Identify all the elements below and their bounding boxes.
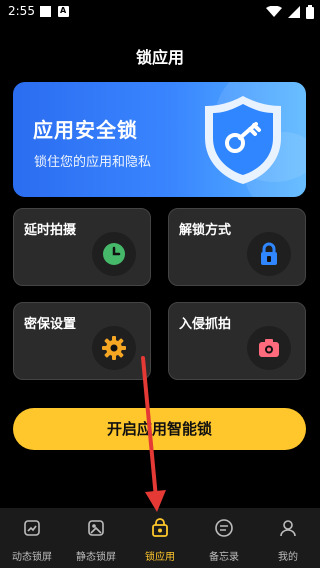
padlock-icon [261,242,277,265]
tab-memo[interactable]: 备忘录 [192,508,256,568]
tab-label: 备忘录 [209,552,239,563]
gear-icon [102,336,126,360]
tab-profile[interactable]: 我的 [256,508,320,568]
profile-icon [280,520,296,537]
battery-icon [306,5,314,19]
card-intrusion-capture[interactable]: 入侵抓拍 [168,302,306,380]
card-label: 解锁方式 [179,223,232,238]
notification-icon [40,6,51,17]
security-banner[interactable]: 应用安全锁 锁住您的应用和隐私 [13,82,306,197]
banner-subtitle: 锁住您的应用和隐私 [34,155,152,170]
tab-label: 锁应用 [145,552,175,563]
enable-smart-lock-button[interactable]: 开启应用智能锁 [13,408,306,450]
tab-label: 我的 [278,552,298,563]
signal-icon [288,6,300,18]
tab-label: 静态锁屏 [76,552,116,563]
card-icon-wrap [92,232,136,276]
card-unlock-method[interactable]: 解锁方式 [168,208,306,286]
page-title: 锁应用 [135,48,184,67]
bottom-tab-bar: 动态锁屏 静态锁屏 锁应用 备忘录 我的 [0,508,320,568]
app-lock-icon [152,518,168,537]
status-time: 2:55 [8,4,35,18]
status-right-icons [266,4,314,20]
card-security-settings[interactable]: 密保设置 [13,302,151,380]
card-icon-wrap [92,326,136,370]
card-timelapse[interactable]: 延时拍摄 [13,208,151,286]
card-label: 入侵抓拍 [179,317,232,332]
card-label: 密保设置 [24,317,77,332]
shield-key-icon [205,96,281,184]
status-bar: 2:55 A [0,0,320,24]
static-wallpaper-icon [88,520,104,536]
wifi-icon [266,6,282,17]
tab-label: 动态锁屏 [12,552,52,563]
tab-static-lockscreen[interactable]: 静态锁屏 [64,508,128,568]
memo-icon [215,519,233,537]
tab-app-lock[interactable]: 锁应用 [128,508,192,568]
card-icon-wrap [247,232,291,276]
dynamic-wallpaper-icon [24,520,40,536]
camera-icon [259,339,279,357]
tab-dynamic-lockscreen[interactable]: 动态锁屏 [0,508,64,568]
banner-title: 应用安全锁 [33,118,138,142]
card-label: 延时拍摄 [24,223,77,238]
app-icon: A [58,6,69,17]
clock-icon [103,243,125,265]
card-icon-wrap [247,326,291,370]
